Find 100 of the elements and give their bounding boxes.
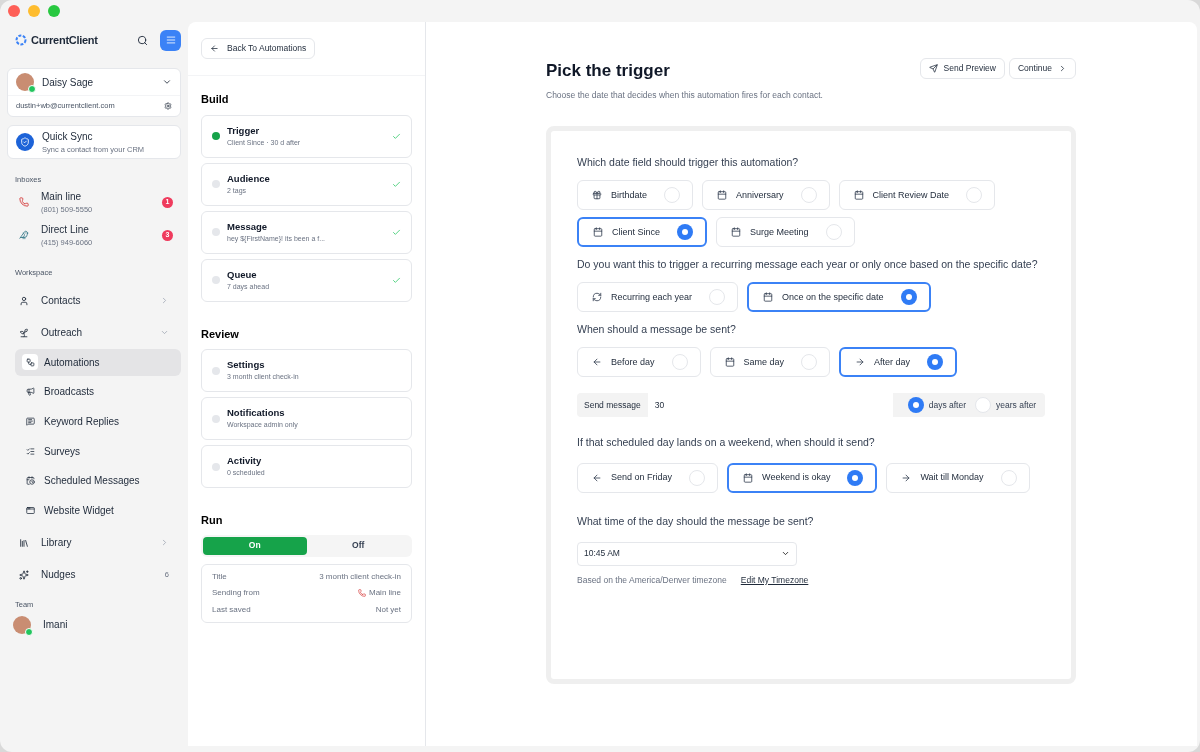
option-card[interactable]: Weekend is okay [727,463,878,493]
option-card[interactable]: Before day [577,347,701,378]
option-card[interactable]: Once on the specific date [747,282,931,313]
close-control[interactable] [8,5,20,17]
nav-icon [19,295,29,306]
zoom-control[interactable] [48,5,60,17]
nav-icon [25,387,35,397]
nav-item[interactable]: Outreach [7,316,181,349]
option-card[interactable]: Client Review Date [838,180,996,211]
option-label: Recurring each year [611,290,693,304]
nav-label: Surveys [44,444,81,459]
minimize-control[interactable] [28,5,40,17]
sync-logo-icon [16,133,34,151]
number-input[interactable]: 30 [647,393,893,418]
chevron-right-icon [1058,64,1067,73]
radio-button[interactable] [664,187,681,204]
arrow-left-icon [210,44,219,53]
radio-button[interactable] [800,187,817,204]
option-card[interactable]: Client Since [577,217,708,248]
edit-timezone-link[interactable]: Edit My Timezone [740,573,809,587]
option-label: Client Review Date [872,188,950,202]
nav-label: Nudges [41,568,76,583]
time-value: 10:45 AM [584,547,620,561]
radio-button[interactable] [900,289,917,306]
option-card[interactable]: Wait till Monday [886,463,1030,493]
detail-label: Title [212,570,227,583]
option-icon [855,357,866,368]
question-text: If that scheduled day lands on a weekend, when should it send? [577,435,876,451]
account-name: Daisy Sage [42,75,94,90]
nav-label: Contacts [41,294,81,308]
option-label: Before day [611,355,655,369]
unit-label: days after [928,398,967,412]
option-card[interactable]: Anniversary [702,180,830,211]
nav-subitem[interactable]: Website Widget [15,496,181,524]
option-label: Wait till Monday [920,471,984,485]
option-label: Surge Meeting [750,225,809,239]
menu-icon [165,35,176,45]
detail-value: 3 month client check-in [319,570,401,583]
option-card[interactable]: Birthdate [577,180,694,211]
nav-icon [19,569,29,580]
option-card[interactable]: Recurring each year [577,282,739,313]
logo-icon [15,34,27,46]
radio-button[interactable] [847,470,864,486]
step-title: Queue [227,267,258,282]
page-subtitle: Choose the date that decides when this automation fires for each contact. [546,88,824,102]
option-card[interactable]: Same day [709,347,831,378]
radio-button[interactable] [801,354,818,371]
nav-subitem[interactable]: Automations [15,348,181,376]
option-card[interactable]: Surge Meeting [716,217,855,248]
nav-icon [19,327,29,338]
radio-button[interactable] [907,397,924,414]
option-icon [853,190,864,201]
radio-button[interactable] [671,354,688,371]
radio-button[interactable] [927,354,944,371]
question-text: What time of the day should the message be sent? [577,514,815,529]
toggle-option[interactable]: Off [306,536,410,555]
radio-button[interactable] [825,224,842,241]
option-icon [717,190,728,201]
option-label: Send on Friday [611,471,673,485]
nav-subitem[interactable]: Surveys [15,437,181,465]
quick-sync-title: Quick Sync [42,129,94,144]
time-select[interactable]: 10:45 AM [577,541,797,566]
nav-label: Library [41,536,72,551]
menu-button[interactable] [160,29,181,51]
inbox-name: Main line [41,190,83,205]
settings-icon[interactable] [164,102,172,110]
detail-value: Not yet [375,603,401,616]
radio-button[interactable] [975,397,992,414]
radio-button[interactable] [677,224,694,241]
member-name: Imani [43,618,68,633]
nav-subitem[interactable]: Broadcasts [15,378,181,406]
page-title: Pick the trigger [546,60,670,82]
radio-button[interactable] [689,470,706,486]
option-label: Weekend is okay [762,471,831,485]
back-button[interactable]: Back To Automations [201,38,316,59]
radio-button[interactable] [709,289,726,306]
section-title: Build [201,92,230,107]
send-preview-button[interactable]: Send Preview [919,58,1005,79]
radio-button[interactable] [966,187,983,204]
detail-value: Main line [369,587,401,600]
nav-item[interactable]: Contacts [7,284,181,317]
nav-label: Automations [44,355,100,370]
step-title: Trigger [227,123,261,138]
step-title: Activity [227,454,263,469]
nav-subitem[interactable]: Keyword Replies [15,407,181,435]
section-title: Review [201,326,240,342]
nav-item[interactable]: Library [7,526,181,559]
option-icon [592,292,602,303]
radio-button[interactable] [1000,470,1017,486]
continue-button[interactable]: Continue [1008,58,1076,79]
nav-subitem[interactable]: Scheduled Messages [15,467,181,495]
option-label: Once on the specific date [782,290,884,304]
search-icon[interactable] [137,34,148,46]
option-label: After day [874,355,911,369]
option-card[interactable]: After day [839,347,958,378]
option-label: Anniversary [736,188,784,202]
team-member[interactable]: Imani [7,609,181,640]
chevron-down-icon[interactable] [162,77,172,87]
option-label: Birthdate [611,188,648,202]
option-card[interactable]: Send on Friday [577,463,719,493]
